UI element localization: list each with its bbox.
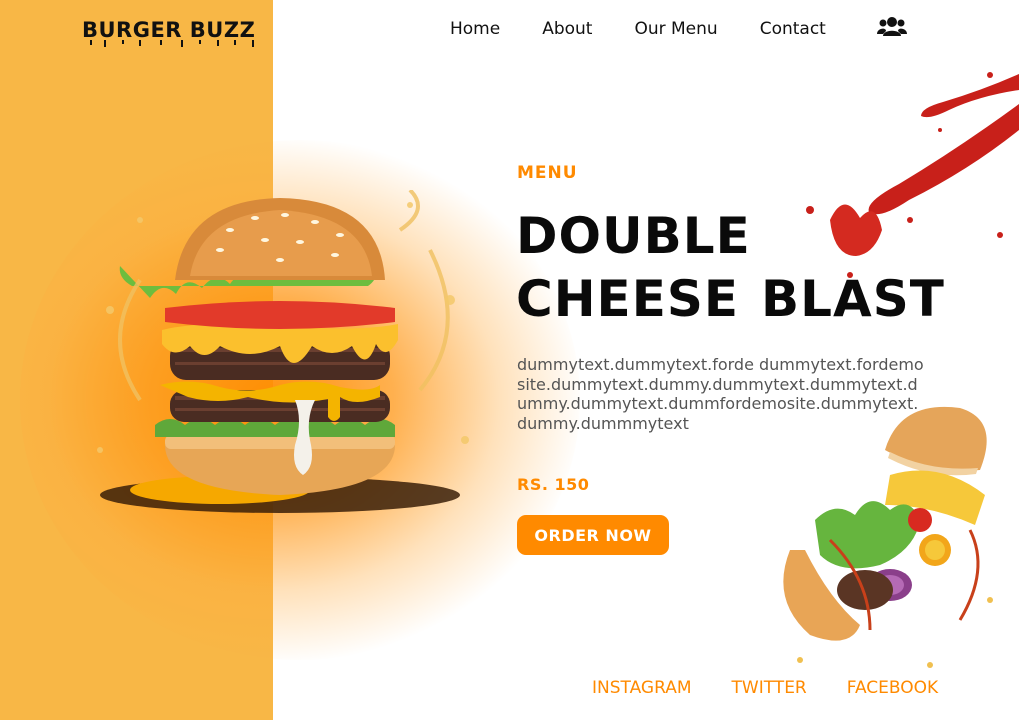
nav-about[interactable]: About	[542, 19, 592, 39]
nav-contact[interactable]: Contact	[760, 19, 826, 39]
instagram-link[interactable]: INSTAGRAM	[592, 678, 692, 698]
users-icon[interactable]	[877, 15, 907, 39]
main-nav: Home About Our Menu Contact	[450, 19, 868, 39]
product-title: DOUBLE CHEESE BLAST	[516, 205, 945, 331]
title-line-1: DOUBLE	[516, 207, 751, 265]
nav-our-menu[interactable]: Our Menu	[634, 19, 717, 39]
exploding-burger-image	[783, 406, 993, 668]
logo-drips-decoration	[90, 40, 254, 47]
product-price: RS. 150	[517, 475, 590, 494]
twitter-link[interactable]: TWITTER	[732, 678, 807, 698]
title-line-2: CHEESE BLAST	[516, 268, 945, 331]
product-description: dummytext.dummytext.forde dummytext.ford…	[517, 355, 924, 434]
brand-logo[interactable]: BURGER BUZZ	[82, 18, 255, 42]
facebook-link[interactable]: FACEBOOK	[847, 678, 938, 698]
nav-home[interactable]: Home	[450, 19, 500, 39]
menu-tagline: MENU	[517, 163, 578, 183]
double-burger-splash-image	[97, 190, 469, 513]
social-links: INSTAGRAM TWITTER FACEBOOK	[592, 678, 938, 698]
title-word-cheese: CHEESE	[516, 270, 740, 328]
title-word-blast: BLAST	[761, 270, 945, 328]
order-now-button[interactable]: ORDER NOW	[517, 515, 669, 555]
